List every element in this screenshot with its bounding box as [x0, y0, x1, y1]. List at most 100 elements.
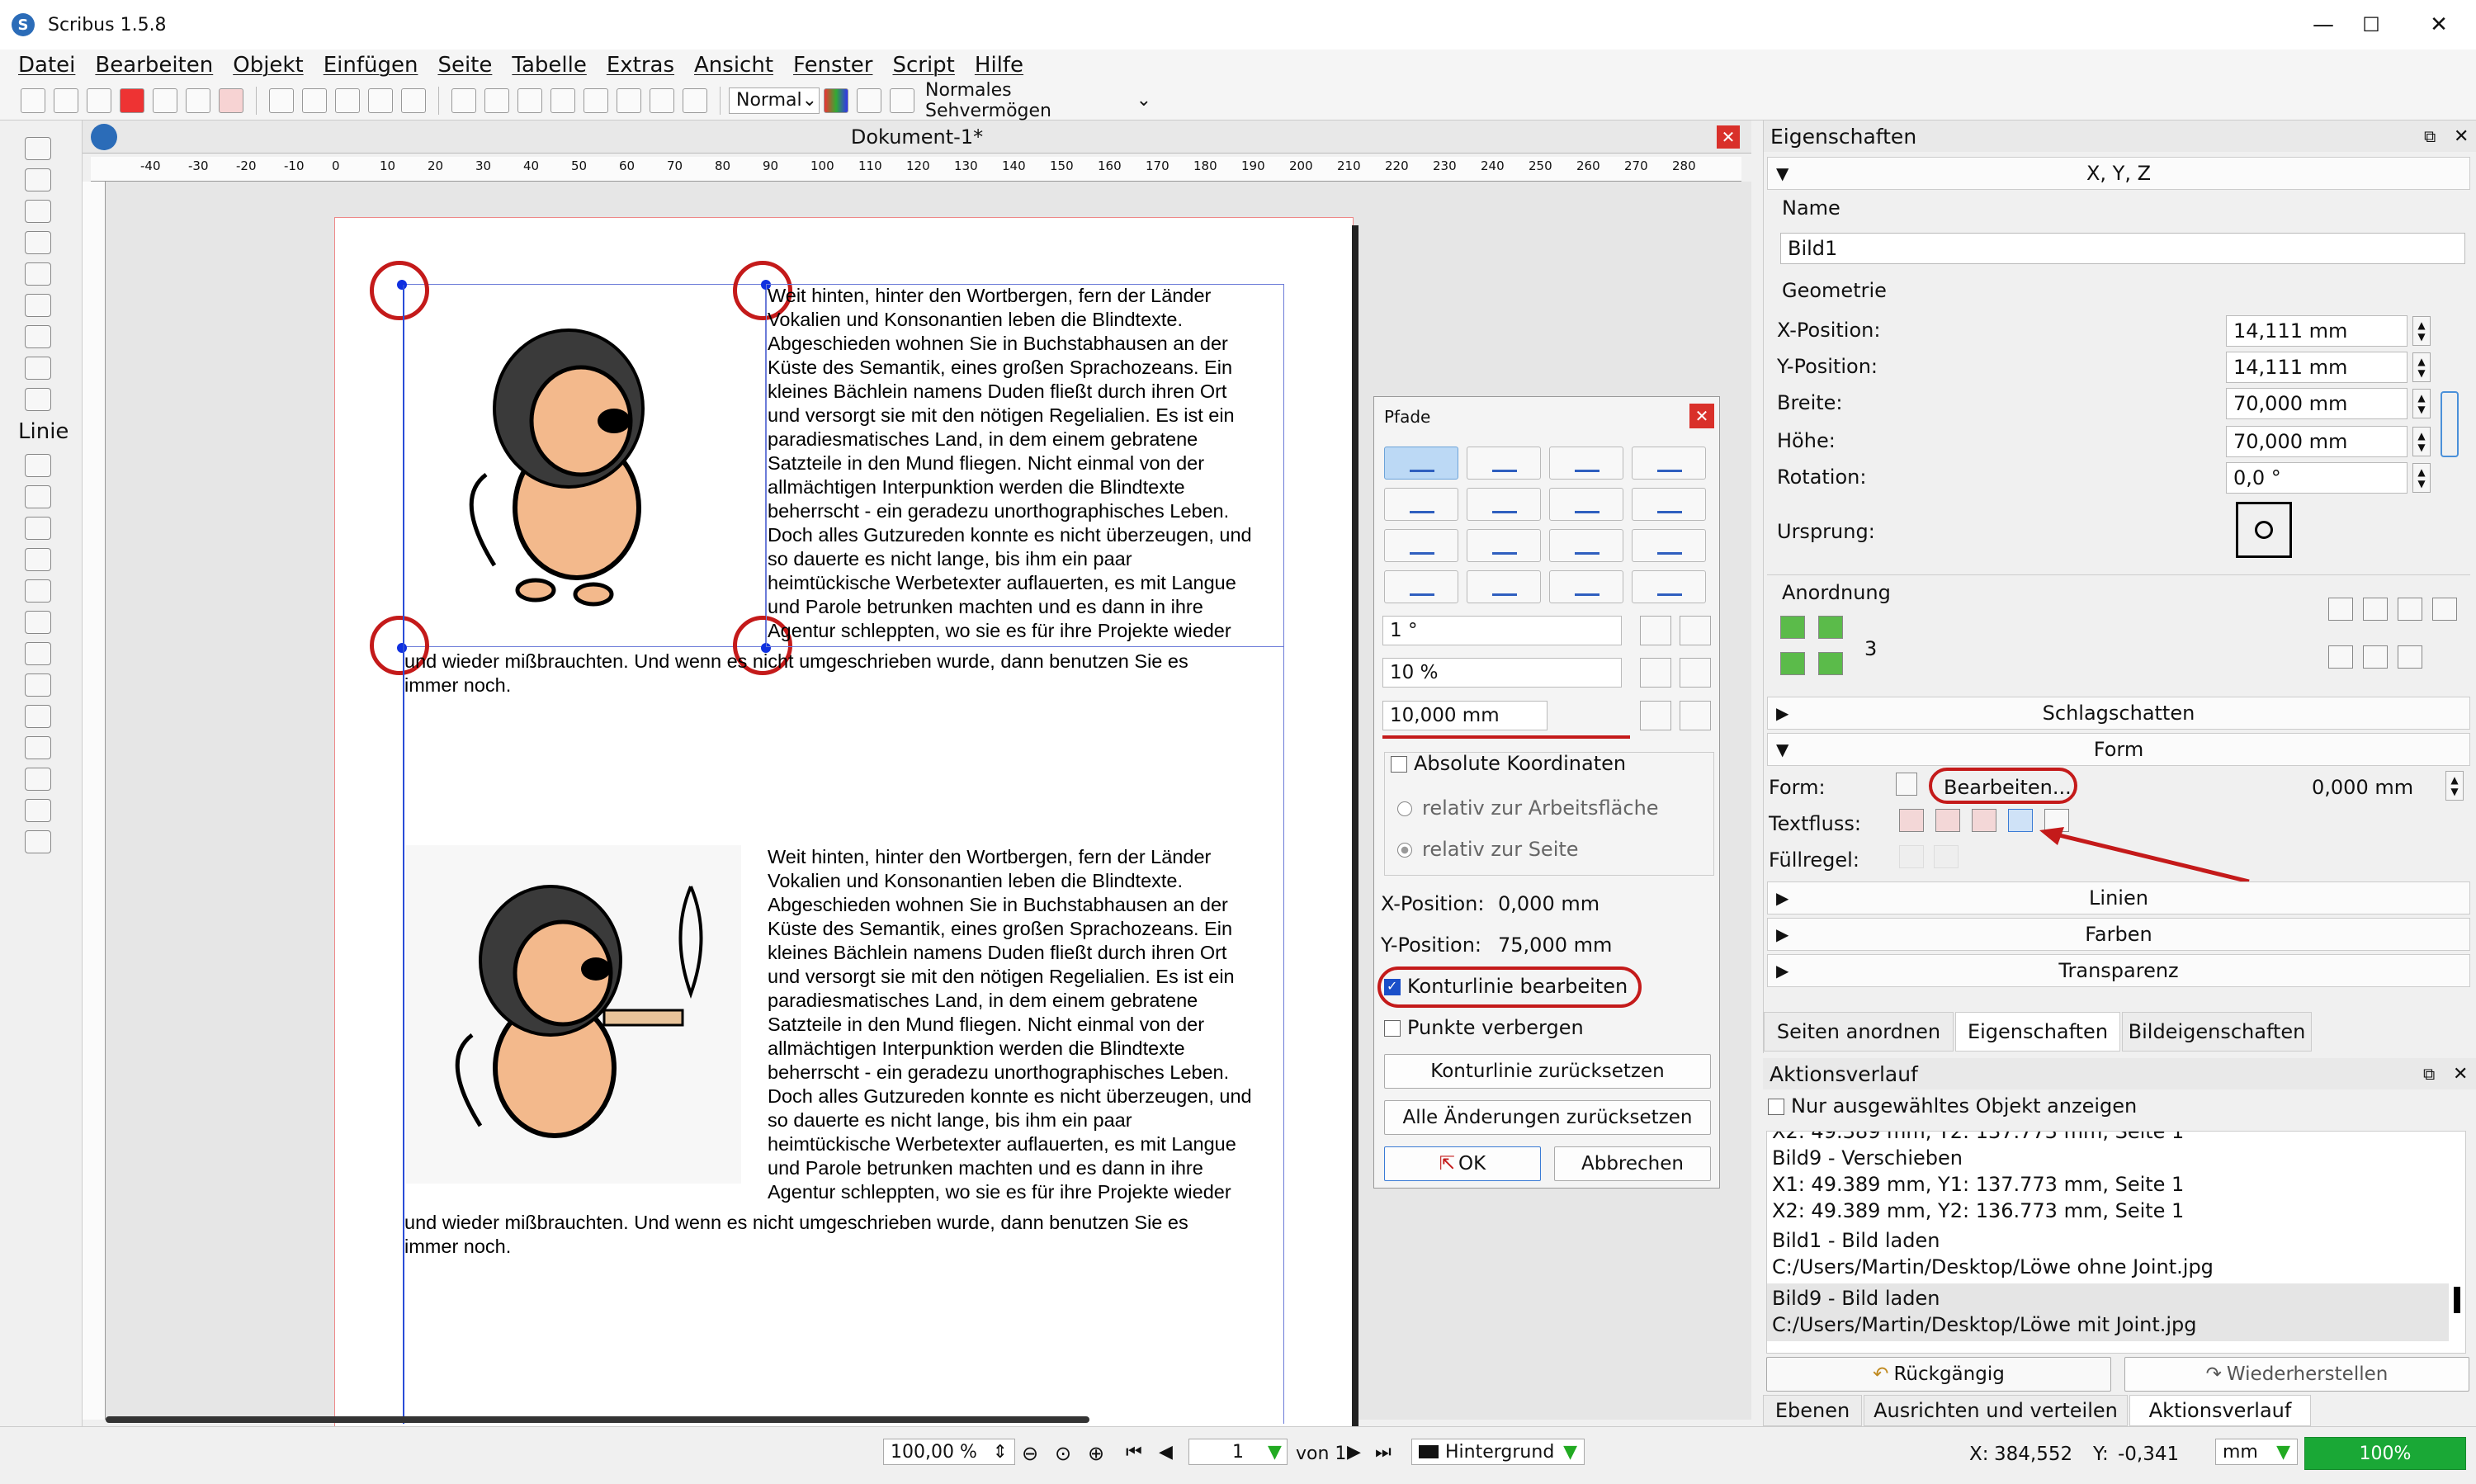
barcode-icon[interactable] — [25, 830, 51, 853]
symmetric-points-icon[interactable] — [1467, 488, 1541, 521]
print-icon[interactable] — [153, 87, 177, 113]
bezier-tool-icon[interactable] — [25, 454, 51, 477]
shrink-distance-icon[interactable] — [1640, 701, 1671, 730]
arc-tool-icon[interactable] — [25, 357, 51, 380]
open-icon[interactable] — [54, 87, 78, 113]
edit-text-tool-icon[interactable] — [25, 611, 51, 634]
menu-seite[interactable]: Seite — [437, 53, 492, 78]
fillrule-evenodd-icon[interactable] — [1899, 845, 1924, 868]
name-input[interactable]: Bild1 — [1780, 233, 2465, 264]
ok-button[interactable]: ⇱ OK — [1384, 1146, 1541, 1181]
lower-to-bottom-icon[interactable] — [1818, 652, 1843, 675]
distance-input[interactable]: 10,000 mm — [1382, 701, 1548, 730]
redo-button[interactable]: ↷ Wiederherstellen — [2124, 1357, 2469, 1392]
reset-control-points-icon[interactable] — [1384, 488, 1458, 521]
shape-tool-icon[interactable] — [25, 294, 51, 317]
line-tool-label[interactable]: Linie — [18, 419, 69, 444]
textflow-bounding-box-icon[interactable] — [1972, 809, 1996, 832]
height-spinner[interactable]: ▲ ▼ — [2412, 427, 2431, 456]
redo-icon[interactable] — [302, 87, 327, 113]
vertical-ruler[interactable] — [83, 182, 106, 1420]
close-document-icon[interactable] — [120, 87, 144, 113]
split-path-icon[interactable] — [1467, 529, 1541, 562]
polygon-tool-icon[interactable] — [25, 325, 51, 348]
height-input[interactable]: 70,000 mm — [2226, 426, 2407, 457]
cut-icon[interactable] — [335, 87, 360, 113]
rotation-input[interactable]: 0,0 ° — [2226, 462, 2407, 494]
listbox-form-icon[interactable] — [617, 87, 641, 113]
undo-button[interactable]: ↶ Rückgängig — [1766, 1357, 2111, 1392]
eyedropper-icon[interactable] — [25, 799, 51, 822]
reset-point-icon[interactable] — [1632, 488, 1706, 521]
size-lock-icon[interactable] — [2432, 598, 2457, 621]
absolute-coords-checkbox[interactable]: Absolute Koordinaten — [1391, 752, 1626, 775]
horizontal-scrollbar[interactable] — [106, 1416, 1089, 1423]
fillrule-nonzero-icon[interactable] — [1934, 845, 1959, 868]
image-frame-bild1[interactable] — [403, 284, 766, 647]
y-position-value[interactable]: 75,000 mm — [1498, 933, 1612, 957]
paste-icon[interactable] — [401, 87, 426, 113]
first-page-icon[interactable]: ⏮ — [1126, 1442, 1142, 1463]
transparency-section-header[interactable]: ▶ Transparenz — [1767, 954, 2470, 987]
textflow-contour-icon[interactable] — [2008, 809, 2033, 832]
x-position-spinner[interactable]: ▲ ▼ — [2412, 316, 2431, 346]
unit-select[interactable]: mm ▼ — [2215, 1439, 2298, 1465]
text-frame-tool-icon[interactable] — [25, 168, 51, 191]
shear-down-icon[interactable] — [1549, 570, 1623, 603]
menu-fenster[interactable]: Fenster — [793, 53, 872, 78]
delete-points-icon[interactable] — [1632, 447, 1706, 480]
shear-right-icon[interactable] — [1632, 570, 1706, 603]
zoom-tool-icon[interactable] — [25, 579, 51, 603]
raise-to-top-icon[interactable] — [1780, 616, 1805, 639]
raise-icon[interactable] — [1818, 616, 1843, 639]
calligraphy-tool-icon[interactable] — [25, 517, 51, 540]
pdf-export-icon[interactable] — [219, 87, 243, 113]
close-window-button[interactable]: ✕ — [2402, 0, 2476, 50]
prev-page-icon[interactable]: ◀ — [1159, 1442, 1173, 1463]
group-icon[interactable] — [2328, 598, 2353, 621]
preview-eye-icon[interactable] — [857, 87, 881, 113]
unlink-frames-icon[interactable] — [25, 705, 51, 728]
copy-icon[interactable] — [368, 87, 393, 113]
radio-form-icon[interactable] — [517, 87, 542, 113]
zoom-out-icon[interactable]: ⊖ — [1022, 1442, 1038, 1465]
rotate-angle-input[interactable]: 1 ° — [1382, 616, 1622, 645]
link-frames-icon[interactable] — [25, 673, 51, 697]
rotation-spinner[interactable]: ▲ ▼ — [2412, 463, 2431, 493]
textflow-none-icon[interactable] — [1899, 809, 1924, 832]
pen-icon[interactable] — [890, 87, 914, 113]
save-icon[interactable] — [87, 87, 111, 113]
move-control-points-icon[interactable] — [1467, 447, 1541, 480]
menu-extras[interactable]: Extras — [607, 53, 674, 78]
lower-icon[interactable] — [1780, 652, 1805, 675]
menu-datei[interactable]: Datei — [18, 53, 75, 78]
asymmetric-points-icon[interactable] — [1549, 488, 1623, 521]
mirror-horizontal-icon[interactable] — [1549, 529, 1623, 562]
open-path-icon[interactable] — [1384, 529, 1458, 562]
float-panel-icon[interactable]: ⧉ — [2423, 1064, 2435, 1084]
hide-points-checkbox[interactable]: Punkte verbergen — [1384, 1016, 1584, 1039]
colors-section-header[interactable]: ▶ Farben — [1767, 918, 2470, 951]
story-editor-icon[interactable] — [25, 642, 51, 665]
cancel-button[interactable]: Abbrechen — [1554, 1146, 1711, 1181]
image-frame-bild9[interactable] — [406, 845, 741, 1184]
menu-einfuegen[interactable]: Einfügen — [324, 53, 418, 78]
flip-vertical-icon[interactable] — [2363, 645, 2388, 669]
close-paths-dialog-button[interactable]: ✕ — [1689, 404, 1714, 428]
lock-icon[interactable] — [2398, 598, 2422, 621]
reset-all-button[interactable]: Alle Änderungen zurücksetzen — [1384, 1100, 1711, 1135]
chain-link-icon[interactable] — [2441, 391, 2459, 457]
contour-handle[interactable] — [397, 280, 407, 290]
print-toggle-icon[interactable] — [2328, 645, 2353, 669]
history-scrollbar[interactable] — [2454, 1287, 2460, 1313]
color-management-icon[interactable] — [824, 87, 848, 113]
width-input[interactable]: 70,000 mm — [2226, 388, 2407, 419]
undo-icon[interactable] — [269, 87, 294, 113]
menu-hilfe[interactable]: Hilfe — [975, 53, 1023, 78]
history-list[interactable]: X2: 49.389 mm, Y2: 137.773 mm, Seite 1 B… — [1766, 1131, 2466, 1354]
tab-history[interactable]: Aktionsverlauf — [2129, 1395, 2311, 1426]
select-tool-icon[interactable] — [25, 137, 51, 160]
edit-contour-checkbox[interactable]: Konturlinie bearbeiten — [1384, 975, 1628, 998]
y-position-spinner[interactable]: ▲ ▼ — [2412, 352, 2431, 382]
flip-horizontal-icon[interactable] — [2363, 598, 2388, 621]
